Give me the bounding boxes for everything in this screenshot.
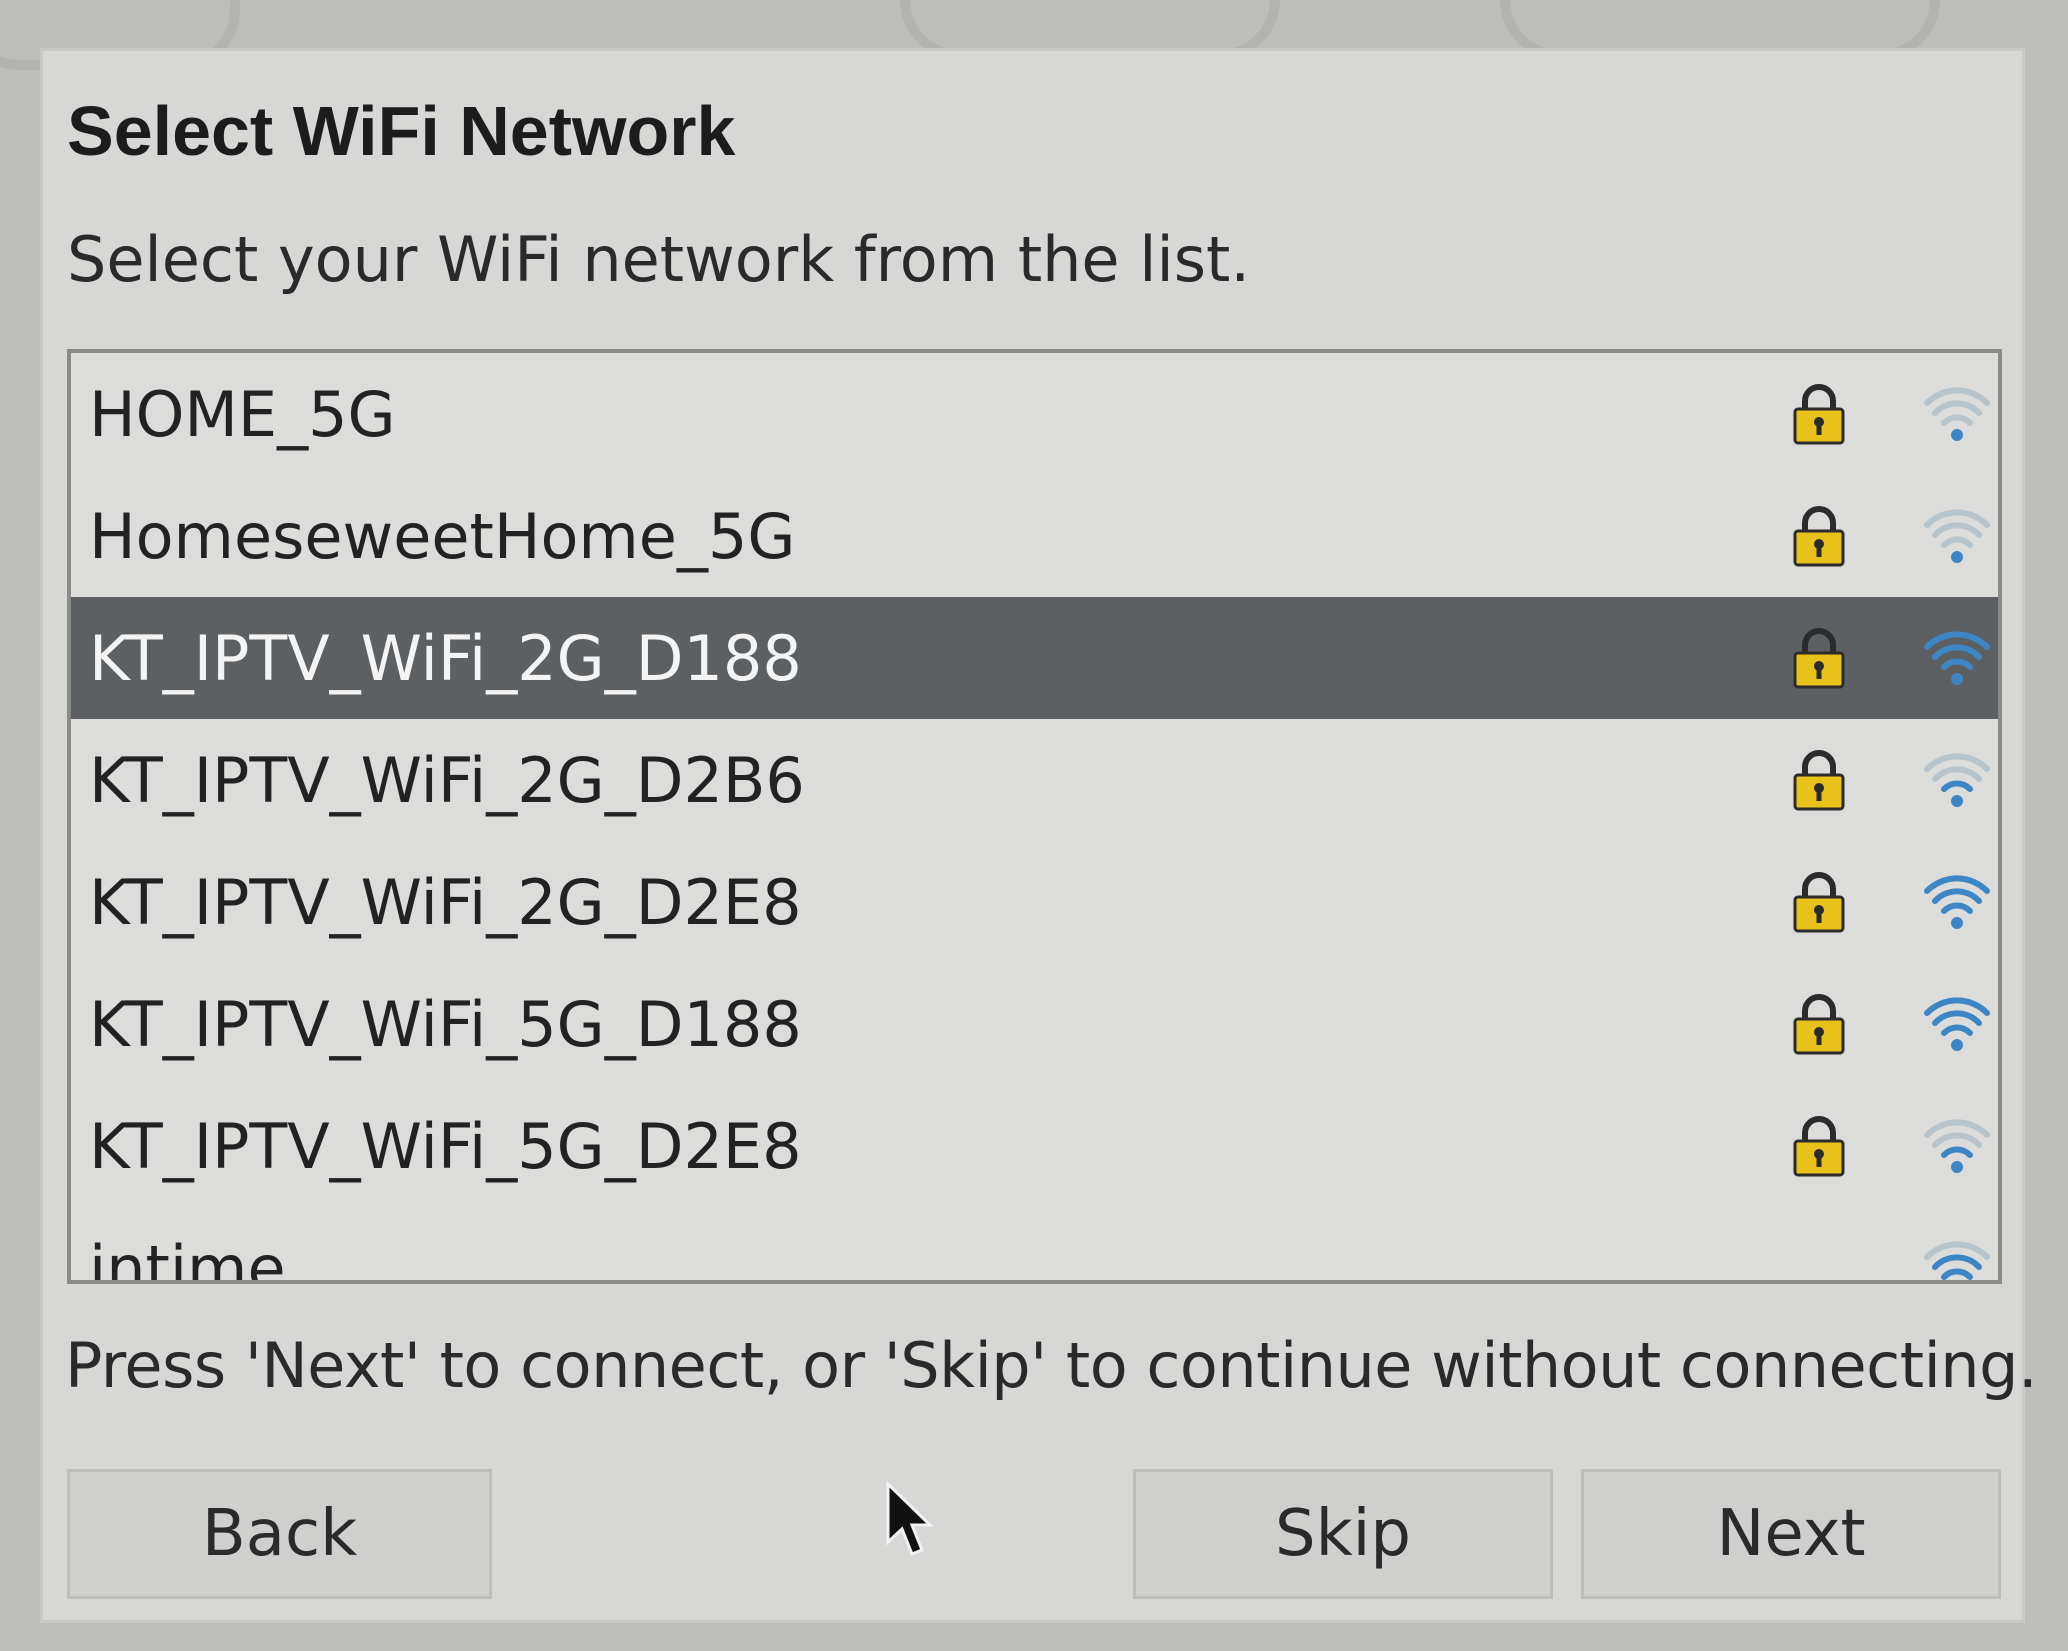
network-ssid: KT_IPTV_WiFi_2G_D2E8 xyxy=(89,865,802,939)
network-ssid: HOME_5G xyxy=(89,377,396,451)
lock-icon xyxy=(1793,872,1845,933)
wifi-signal-icon xyxy=(1924,997,1990,1051)
network-row[interactable]: intime xyxy=(71,1207,1998,1284)
network-ssid: KT_IPTV_WiFi_5G_D188 xyxy=(89,987,802,1061)
skip-button[interactable]: Skip xyxy=(1133,1469,1553,1599)
network-row[interactable]: KT_IPTV_WiFi_2G_D188 xyxy=(71,597,1998,719)
network-ssid: KT_IPTV_WiFi_5G_D2E8 xyxy=(89,1109,802,1183)
dialog-hint: Press 'Next' to connect, or 'Skip' to co… xyxy=(65,1329,2038,1402)
dialog-title: Select WiFi Network xyxy=(67,92,736,170)
dialog-subtitle: Select your WiFi network from the list. xyxy=(67,223,1251,296)
wifi-signal-icon xyxy=(1924,509,1990,563)
wifi-signal-icon xyxy=(1924,1119,1990,1173)
wifi-signal-icon xyxy=(1924,387,1990,441)
network-row[interactable]: HomeseweetHome_5G xyxy=(71,475,1998,597)
network-row[interactable]: KT_IPTV_WiFi_5G_D188 xyxy=(71,963,1998,1085)
network-row[interactable]: KT_IPTV_WiFi_2G_D2E8 xyxy=(71,841,1998,963)
network-list[interactable]: HOME_5G HomeseweetHome_5G KT_IPTV_WiFi_2G_… xyxy=(67,349,2002,1284)
network-ssid: KT_IPTV_WiFi_2G_D188 xyxy=(89,621,802,695)
wifi-signal-icon xyxy=(1924,753,1990,807)
network-row[interactable]: HOME_5G xyxy=(71,353,1998,475)
mouse-pointer-icon xyxy=(886,1480,934,1556)
lock-icon xyxy=(1793,1116,1845,1177)
lock-icon xyxy=(1793,384,1845,445)
wifi-dialog: Select WiFi Network Select your WiFi net… xyxy=(40,48,2038,1623)
wifi-signal-icon xyxy=(1924,1241,1990,1280)
network-row[interactable]: KT_IPTV_WiFi_5G_D2E8 xyxy=(71,1085,1998,1207)
network-ssid: intime xyxy=(89,1231,286,1284)
next-button[interactable]: Next xyxy=(1581,1469,2001,1599)
lock-icon xyxy=(1793,628,1845,689)
back-button[interactable]: Back xyxy=(67,1469,492,1599)
network-ssid: KT_IPTV_WiFi_2G_D2B6 xyxy=(89,743,805,817)
lock-icon xyxy=(1793,506,1845,567)
lock-icon xyxy=(1793,994,1845,1055)
wifi-signal-icon xyxy=(1924,875,1990,929)
network-row[interactable]: KT_IPTV_WiFi_2G_D2B6 xyxy=(71,719,1998,841)
lock-icon xyxy=(1793,750,1845,811)
wifi-signal-icon xyxy=(1924,631,1990,685)
network-ssid: HomeseweetHome_5G xyxy=(89,499,796,573)
